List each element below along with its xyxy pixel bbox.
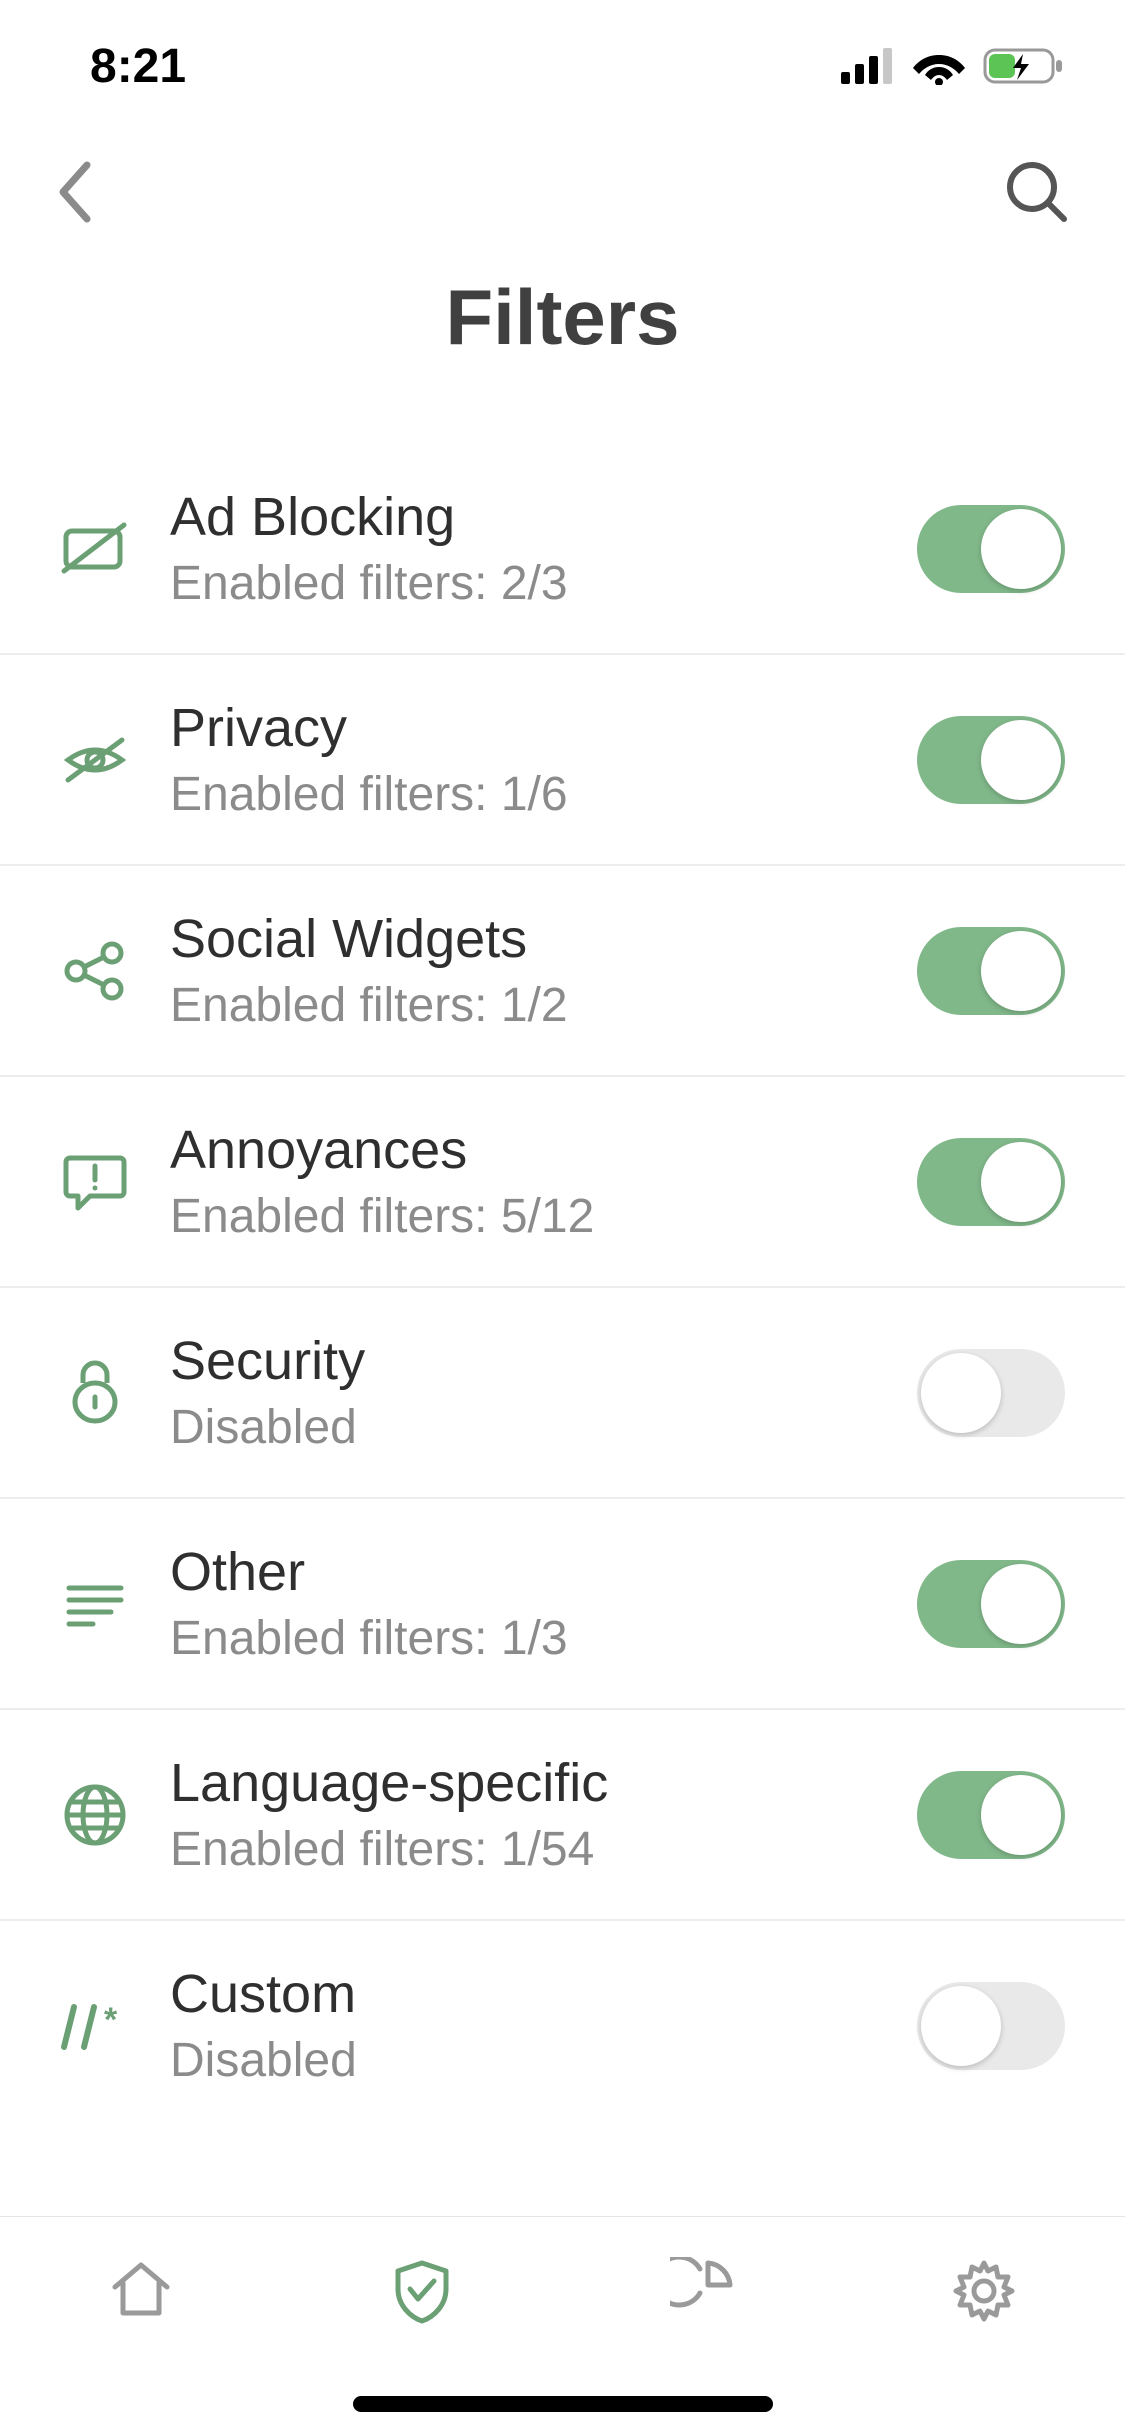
svg-text:*: * [104, 2001, 118, 2039]
row-privacy[interactable]: Privacy Enabled filters: 1/6 [0, 655, 1125, 866]
social-icon [50, 939, 140, 1003]
toggle-privacy[interactable] [917, 716, 1065, 804]
custom-icon: * [50, 2001, 140, 2051]
back-button[interactable] [55, 159, 95, 225]
nav-bar [0, 132, 1125, 252]
page-title: Filters [0, 272, 1125, 363]
filter-list: Ad Blocking Enabled filters: 2/3 Privacy… [0, 443, 1125, 2130]
tab-home[interactable] [0, 2257, 281, 2321]
status-time: 8:21 [90, 39, 186, 94]
battery-icon [983, 46, 1065, 86]
row-title: Annoyances [170, 1119, 917, 1181]
tab-stats[interactable] [563, 2257, 844, 2323]
row-title: Security [170, 1330, 917, 1392]
toggle-social-widgets[interactable] [917, 927, 1065, 1015]
chevron-left-icon [55, 159, 95, 225]
row-other[interactable]: Other Enabled filters: 1/3 [0, 1499, 1125, 1710]
other-icon [50, 1580, 140, 1628]
privacy-icon [50, 732, 140, 788]
row-annoyances[interactable]: Annoyances Enabled filters: 5/12 [0, 1077, 1125, 1288]
row-custom[interactable]: * Custom Disabled [0, 1921, 1125, 2130]
shield-check-icon [390, 2257, 454, 2327]
row-title: Privacy [170, 697, 917, 759]
row-subtitle: Enabled filters: 1/6 [170, 767, 917, 822]
row-ad-blocking[interactable]: Ad Blocking Enabled filters: 2/3 [0, 444, 1125, 655]
search-icon [1004, 159, 1070, 225]
row-title: Social Widgets [170, 908, 917, 970]
ad-block-icon [50, 521, 140, 577]
toggle-custom[interactable] [917, 1982, 1065, 2070]
row-social-widgets[interactable]: Social Widgets Enabled filters: 1/2 [0, 866, 1125, 1077]
row-title: Custom [170, 1963, 917, 2025]
toggle-ad-blocking[interactable] [917, 505, 1065, 593]
toggle-security[interactable] [917, 1349, 1065, 1437]
gear-icon [950, 2257, 1018, 2325]
toggle-other[interactable] [917, 1560, 1065, 1648]
row-subtitle: Enabled filters: 1/2 [170, 978, 917, 1033]
tab-settings[interactable] [844, 2257, 1125, 2325]
language-icon [50, 1782, 140, 1848]
tab-protection[interactable] [281, 2257, 562, 2327]
wifi-icon [913, 47, 965, 85]
status-icons [841, 46, 1065, 86]
search-button[interactable] [1004, 159, 1070, 225]
row-subtitle: Enabled filters: 1/54 [170, 1822, 917, 1877]
row-subtitle: Enabled filters: 2/3 [170, 556, 917, 611]
row-subtitle: Disabled [170, 2033, 917, 2088]
row-title: Language-specific [170, 1752, 917, 1814]
row-title: Other [170, 1541, 917, 1603]
toggle-language-specific[interactable] [917, 1771, 1065, 1859]
annoyances-icon [50, 1150, 140, 1214]
row-security[interactable]: Security Disabled [0, 1288, 1125, 1499]
row-subtitle: Disabled [170, 1400, 917, 1455]
home-icon [107, 2257, 175, 2321]
row-title: Ad Blocking [170, 486, 917, 548]
row-language-specific[interactable]: Language-specific Enabled filters: 1/54 [0, 1710, 1125, 1921]
row-subtitle: Enabled filters: 5/12 [170, 1189, 917, 1244]
cellular-icon [841, 48, 895, 84]
security-icon [50, 1357, 140, 1429]
row-subtitle: Enabled filters: 1/3 [170, 1611, 917, 1666]
home-indicator[interactable] [353, 2396, 773, 2412]
pie-chart-icon [670, 2257, 736, 2323]
toggle-annoyances[interactable] [917, 1138, 1065, 1226]
status-bar: 8:21 [0, 0, 1125, 132]
